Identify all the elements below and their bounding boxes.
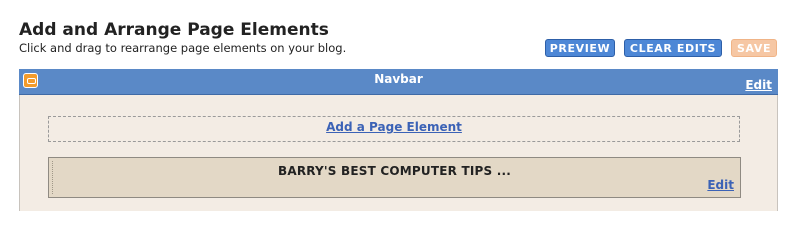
header-widget[interactable]: BARRY'S BEST COMPUTER TIPS ... Edit [48,157,741,198]
navbar-edit-link[interactable]: Edit [745,78,772,92]
widget-edit-link[interactable]: Edit [707,178,734,192]
add-page-element-box[interactable]: Add a Page Element [48,116,740,142]
preview-button[interactable]: PREVIEW [545,39,615,57]
add-page-element-link[interactable]: Add a Page Element [49,120,739,134]
widget-title: BARRY'S BEST COMPUTER TIPS ... [277,164,512,178]
save-button[interactable]: SAVE [731,39,777,57]
navbar-label: Navbar [374,72,423,86]
clear-edits-button[interactable]: CLEAR EDITS [624,39,722,57]
page-title: Add and Arrange Page Elements [19,20,329,40]
navbar-widget[interactable]: Navbar Edit [19,69,778,95]
page-subtitle: Click and drag to rearrange page element… [19,41,347,55]
